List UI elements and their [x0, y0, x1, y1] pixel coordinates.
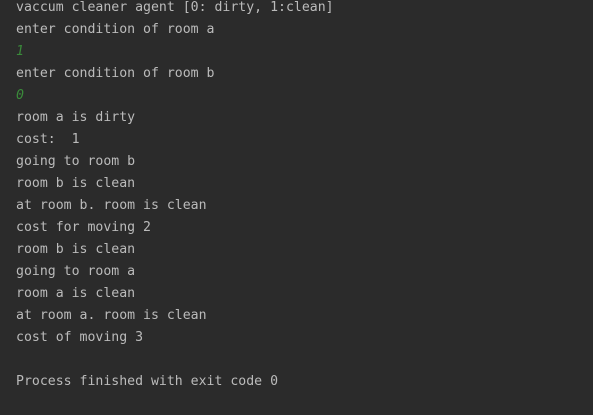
console-exit-status: Process finished with exit code 0	[16, 374, 279, 389]
console-line: cost for moving 2	[16, 220, 151, 235]
console-line: room a is clean	[16, 286, 136, 301]
console-line: going to room a	[16, 264, 136, 279]
console-line: at room b. room is clean	[16, 198, 207, 213]
console-user-input: 1	[16, 44, 24, 59]
console-user-input: 0	[16, 88, 24, 103]
console-line: room b is clean	[16, 176, 136, 191]
console-line: going to room b	[16, 154, 136, 169]
console-line: cost of moving 3	[16, 330, 144, 345]
console-line: cost: 1	[16, 132, 80, 147]
console-line: room a is dirty	[16, 110, 136, 125]
run-console-output[interactable]: vaccum cleaner agent [0: dirty, 1:clean]…	[0, 0, 593, 415]
console-line: enter condition of room b	[16, 66, 215, 81]
console-line: vaccum cleaner agent [0: dirty, 1:clean]	[16, 0, 334, 15]
console-line: at room a. room is clean	[16, 308, 207, 323]
console-line: enter condition of room a	[16, 22, 215, 37]
console-line: room b is clean	[16, 242, 136, 257]
